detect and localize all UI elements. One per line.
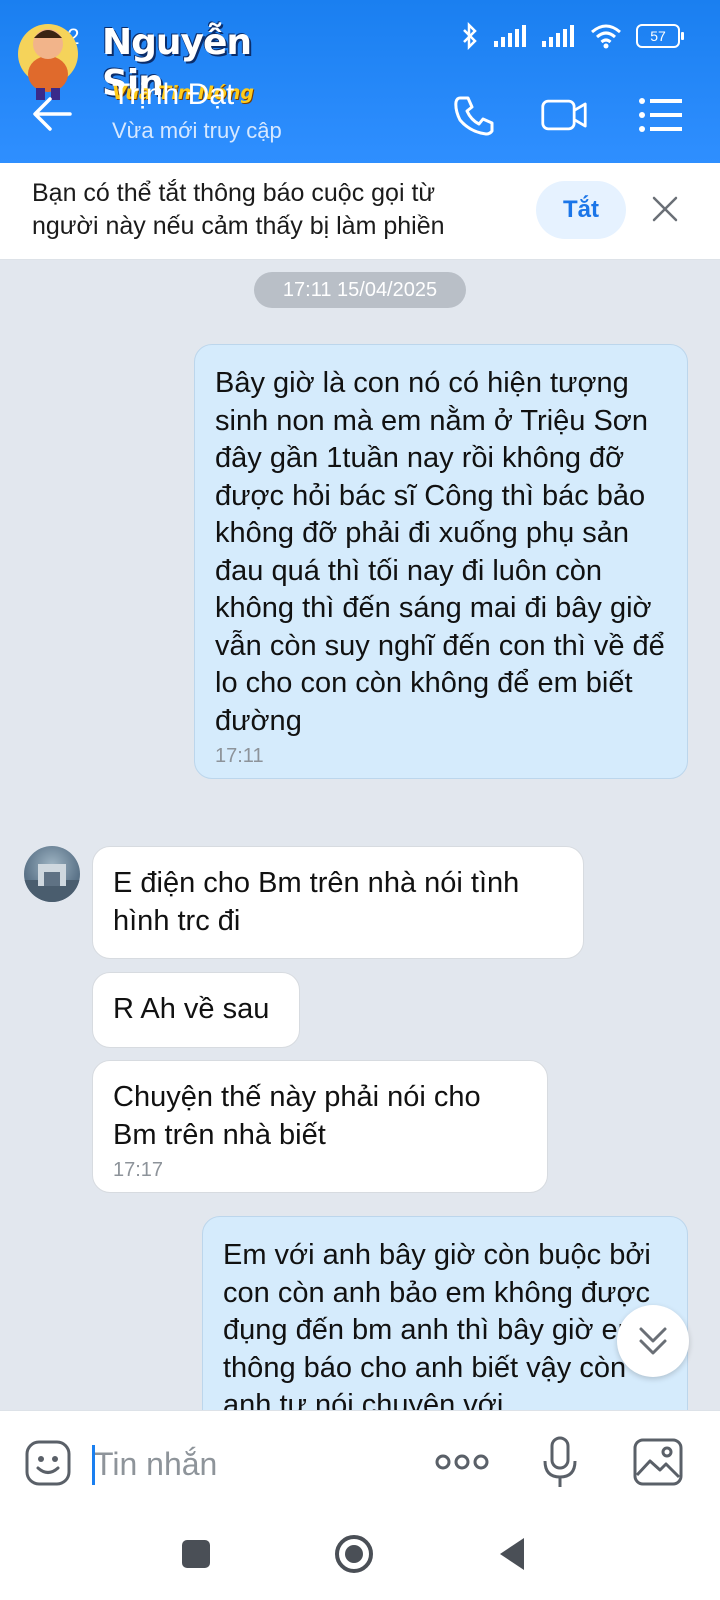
message-text: Bây giờ là con nó có hiện tượng sinh non… [215,367,665,737]
video-call-icon[interactable] [540,92,588,138]
date-divider: 17:11 15/04/2025 [254,272,466,308]
wifi-icon [591,24,621,49]
status-icons: 57 [460,22,684,50]
text-caret [92,1445,95,1485]
turn-off-button[interactable]: Tắt [536,181,626,239]
message-bubble-received[interactable]: E điện cho Bm trên nhà nói tình hình trc… [92,846,584,959]
battery-icon: 57 [636,24,684,48]
contact-name[interactable]: Trịnh Đạt [112,78,234,112]
contact-avatar[interactable] [24,846,80,902]
home-icon[interactable] [334,1534,374,1574]
message-time: 17:11 [215,745,264,767]
image-gallery-icon[interactable] [632,1437,684,1487]
message-text: Chuyện thế này phải nói cho Bm trên nhà … [113,1081,481,1151]
message-composer [0,1410,720,1515]
emoji-sticker-icon[interactable] [24,1439,72,1487]
more-options-icon[interactable] [434,1447,490,1477]
message-clip: Em với anh bây giờ còn buộc bởi con còn … [0,1200,720,1410]
message-text: Em với anh bây giờ còn buộc bởi con còn … [223,1239,651,1410]
scroll-to-bottom-button[interactable] [617,1305,689,1377]
phone-icon[interactable] [450,92,498,138]
signal-icon-2 [542,25,574,47]
message-bubble-sent[interactable]: Em với anh bây giờ còn buộc bởi con còn … [202,1216,688,1410]
microphone-icon[interactable] [540,1435,580,1491]
watermark-mascot-icon [18,24,78,100]
double-chevron-down-icon [639,1327,667,1355]
message-input-wrapper [92,1433,416,1495]
back-arrow-icon[interactable] [30,94,76,134]
menu-list-icon[interactable] [636,92,684,138]
contact-status: Vừa mới truy cập [112,118,282,143]
message-text: R Ah về sau [113,993,270,1025]
message-bubble-sent[interactable]: Bây giờ là con nó có hiện tượng sinh non… [194,344,688,779]
message-bubble-received[interactable]: Chuyện thế này phải nói cho Bm trên nhà … [92,1060,548,1193]
avatar-image-icon [24,864,80,902]
system-nav-bar [0,1514,720,1600]
signal-icon [494,25,526,47]
message-text: E điện cho Bm trên nhà nói tình hình trc… [113,867,520,937]
message-time: 17:17 [113,1159,164,1181]
message-bubble-received[interactable]: R Ah về sau [92,972,300,1048]
banner-text: Bạn có thể tắt thông báo cuộc gọi từ ngư… [32,179,445,240]
close-icon[interactable] [646,190,684,228]
bluetooth-icon [463,22,477,50]
message-input[interactable] [92,1433,416,1495]
chat-header: 22 57 Nguyễn Sin Vua Tin Nóng Trịnh Đạt … [0,0,720,163]
recent-apps-icon[interactable] [180,1538,212,1570]
back-nav-icon[interactable] [496,1536,528,1572]
